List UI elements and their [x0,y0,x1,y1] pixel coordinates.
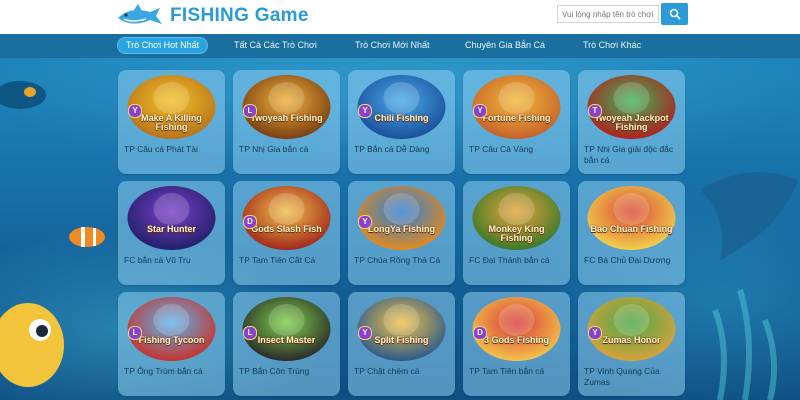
tab-all-games[interactable]: Tất Cả Các Trò Chơi [225,37,326,54]
game-card[interactable]: Twoyeah Jackpot Fishing T TP Nhị Gia giải … [578,70,685,174]
game-logo-text: Fortune Fishing [482,113,551,123]
right-ray-decoration [700,172,798,260]
game-title[interactable]: TP Tam Tiên bắn cá [469,366,564,377]
provider-badge: L [128,326,142,340]
game-logo-text: Split Fishing [374,335,429,345]
game-logo-text: Fishing Tycoon [138,335,205,345]
provider-badge: T [588,104,602,118]
game-title[interactable]: FC bắn cá Vũ Trụ [124,255,219,266]
game-title[interactable]: TP Nhị Gia giải độc đắc bắn cá [584,144,679,166]
game-title[interactable]: TP Câu Cá Vàng [469,144,564,155]
game-card[interactable]: Gods Slash Fish D TP Tam Tiên Cắt Cá [233,181,340,285]
game-title[interactable]: FC Bá Chủ Đại Dương [584,255,679,266]
game-logo-text: Insect Master [257,335,316,345]
site-logo[interactable]: FISHING Game [116,3,309,29]
game-logo-text: Bao Chuan Fishing [590,224,673,234]
top-bar: FISHING Game [0,0,800,34]
provider-badge: D [473,326,487,340]
game-title[interactable]: TP Chúa Rồng Thả Cá [354,255,449,266]
game-card[interactable]: Fortune Fishing Y TP Câu Cá Vàng [463,70,570,174]
game-title[interactable]: TP Nhị Gia bắn cá [239,144,334,155]
tab-fishing-experts[interactable]: Chuyên Gia Bắn Cá [456,37,554,54]
game-thumbnail[interactable] [586,185,677,251]
game-card[interactable]: Star Hunter FC bắn cá Vũ Trụ [118,181,225,285]
game-card[interactable]: Make A Killing Fishing Y TP Câu cá Phát Tà… [118,70,225,174]
provider-badge: Y [473,104,487,118]
search-icon [669,8,681,20]
provider-badge: L [243,104,257,118]
game-card[interactable]: 3 Gods Fishing D TP Tam Tiên bắn cá [463,292,570,396]
game-logo-text: Chili Fishing [374,113,429,123]
game-card[interactable]: Zumas Honor Y TP Vinh Quang Của Zumas [578,292,685,396]
game-logo-text: Twoyeah Jackpot Fishing [594,113,669,132]
tab-hot-games[interactable]: Trò Chơi Hot Nhất [117,37,209,54]
game-logo-text: Gods Slash Fish [251,224,322,234]
game-art-icon [127,186,216,250]
game-logo-text: Twoyeah Fishing [250,113,323,123]
game-logo-text: Zumas Honor [602,335,661,345]
category-nav: Trò Chơi Hot Nhất Tất Cả Các Trò Chơi Tr… [0,34,800,58]
tab-other-games[interactable]: Trò Chơi Khác [574,37,650,54]
tab-new-games[interactable]: Trò Chơi Mới Nhất [346,37,438,54]
yellow-fish-decoration [0,303,64,387]
game-logo-text: Make A Killing Fishing [141,113,202,132]
game-title[interactable]: TP Câu cá Phát Tài [124,144,219,155]
game-card[interactable]: Chili Fishing Y TP Bắn cá Dễ Dàng [348,70,455,174]
game-logo-text: LongYa Fishing [368,224,435,234]
game-thumbnail[interactable] [126,185,217,251]
game-art-icon [587,186,676,250]
game-title[interactable]: TP Vinh Quang Của Zumas [584,366,679,388]
clownfish-decoration [69,227,105,247]
search-button[interactable] [661,3,688,25]
left-fish-decoration [0,81,46,109]
game-card[interactable]: Split Fishing Y TP Chặt chém cá [348,292,455,396]
game-logo-text: Monkey King Fishing [488,224,545,243]
search-input[interactable] [557,5,659,23]
provider-badge: L [243,326,257,340]
provider-badge: Y [128,104,142,118]
provider-badge: Y [358,104,372,118]
game-card[interactable]: LongYa Fishing Y TP Chúa Rồng Thả Cá [348,181,455,285]
game-logo-text: 3 Gods Fishing [483,335,549,345]
game-card[interactable]: Monkey King Fishing FC Đại Thánh bắn cá [463,181,570,285]
seaweed-decoration [712,289,777,400]
provider-badge: Y [358,326,372,340]
game-title[interactable]: TP Bắn Côn Trùng [239,366,334,377]
game-card[interactable]: Fishing Tycoon L TP Ông Trùm bắn cá [118,292,225,396]
game-title[interactable]: TP Bắn cá Dễ Dàng [354,144,449,155]
game-title[interactable]: TP Ông Trùm bắn cá [124,366,219,377]
logo-text: FISHING Game [170,5,309,26]
game-card[interactable]: Insect Master L TP Bắn Côn Trùng [233,292,340,396]
game-logo-text: Star Hunter [146,224,196,234]
shark-logo-icon [118,4,162,24]
provider-badge: Y [358,215,372,229]
game-card[interactable]: Bao Chuan Fishing FC Bá Chủ Đại Dương [578,181,685,285]
game-card[interactable]: Twoyeah Fishing L TP Nhị Gia bắn cá [233,70,340,174]
game-title[interactable]: FC Đại Thánh bắn cá [469,255,564,266]
provider-badge: Y [588,326,602,340]
provider-badge: D [243,215,257,229]
game-title[interactable]: TP Chặt chém cá [354,366,449,377]
game-title[interactable]: TP Tam Tiên Cắt Cá [239,255,334,266]
